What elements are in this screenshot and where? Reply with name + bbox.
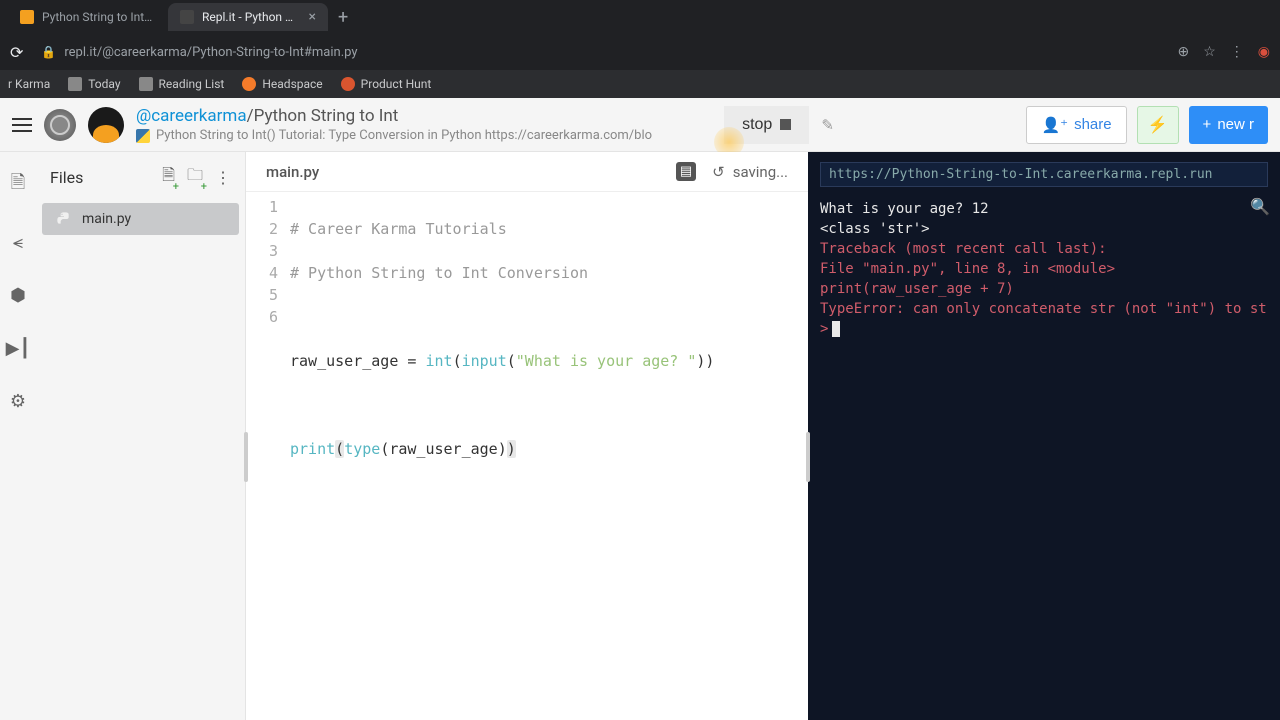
- bookmark-item[interactable]: Today: [68, 77, 120, 91]
- url-field[interactable]: 🔒 repl.it/@careerkarma/Python-String-to-…: [35, 45, 1165, 60]
- tab-title: Repl.it - Python String to Int: [202, 10, 297, 24]
- bookmark-icon: [341, 77, 355, 91]
- editor-pane: main.py ▤ ↺ saving... 1 2 3 4 5 6 # Care…: [246, 152, 808, 720]
- new-folder-icon[interactable]: 🗀+: [187, 164, 203, 191]
- rocket-icon: ⚡: [1148, 117, 1168, 134]
- lock-icon: 🔒: [41, 45, 56, 59]
- layout-icon[interactable]: ▤: [676, 162, 696, 181]
- avatar[interactable]: [88, 107, 124, 143]
- person-plus-icon: 👤⁺: [1041, 116, 1068, 134]
- save-status: ↺ saving...: [712, 163, 788, 181]
- search-icon[interactable]: 🔍: [1250, 197, 1270, 217]
- address-bar: ⟳ 🔒 repl.it/@careerkarma/Python-String-t…: [0, 34, 1280, 70]
- plus-icon: +: [1203, 116, 1212, 133]
- files-panel: Files 🗎+ 🗀+ ⋮ main.py: [36, 152, 246, 720]
- project-owner-link[interactable]: @careerkarma: [136, 106, 247, 126]
- addr-actions: ⊕ ☆ ⋮ ◉: [1177, 44, 1270, 60]
- file-item[interactable]: main.py: [42, 203, 239, 235]
- side-nav: 🗎 ⪪ ⬢ ▶┃ ⚙: [0, 152, 36, 720]
- files-heading: Files: [50, 168, 83, 187]
- gutter: 1 2 3 4 5 6: [246, 196, 290, 504]
- extension-icon[interactable]: ◉: [1258, 44, 1270, 60]
- new-repl-button[interactable]: + new r: [1189, 106, 1268, 144]
- search-icon[interactable]: ⊕: [1177, 44, 1189, 60]
- tab-title: Python String to Int() Tutorial: Ty: [42, 10, 156, 24]
- console-pane: https://Python-String-to-Int.careerkarma…: [808, 152, 1280, 720]
- resize-handle[interactable]: [244, 432, 248, 482]
- history-icon: ↺: [712, 163, 725, 181]
- browser-tab-active[interactable]: Repl.it - Python String to Int ×: [168, 3, 328, 31]
- editor-tabs: main.py ▤ ↺ saving...: [246, 152, 808, 192]
- file-name: main.py: [82, 211, 131, 227]
- bookmark-icon: [242, 77, 256, 91]
- project-meta: @careerkarma/Python String to Int Python…: [136, 106, 652, 143]
- prompt-caret: >: [820, 321, 828, 337]
- app-header: @careerkarma/Python String to Int Python…: [0, 98, 1280, 152]
- resize-handle[interactable]: [806, 432, 810, 482]
- share-button[interactable]: 👤⁺ share: [1026, 106, 1126, 144]
- files-nav-icon[interactable]: 🗎: [11, 170, 25, 200]
- more-icon[interactable]: ⋮: [215, 168, 231, 187]
- folder-icon: [139, 77, 153, 91]
- project-description: Python String to Int() Tutorial: Type Co…: [136, 128, 652, 143]
- stop-button[interactable]: stop: [724, 106, 809, 144]
- project-title: @careerkarma/Python String to Int: [136, 106, 652, 126]
- stop-icon: [780, 119, 791, 130]
- bookmark-item[interactable]: Reading List: [139, 77, 225, 91]
- python-icon: [136, 129, 150, 143]
- close-icon[interactable]: ×: [309, 9, 316, 25]
- cursor: [832, 321, 840, 337]
- packages-nav-icon[interactable]: ⬢: [10, 285, 26, 306]
- project-name: Python String to Int: [254, 106, 399, 126]
- code-content[interactable]: # Career Karma Tutorials # Python String…: [290, 196, 808, 504]
- folder-icon: [68, 77, 82, 91]
- editor-tab-active[interactable]: main.py: [266, 163, 319, 181]
- console-url[interactable]: https://Python-String-to-Int.careerkarma…: [820, 162, 1268, 187]
- new-tab-button[interactable]: +: [328, 7, 358, 28]
- star-icon[interactable]: ☆: [1203, 44, 1216, 60]
- bookmark-item[interactable]: Product Hunt: [341, 77, 432, 91]
- favicon-icon: [180, 10, 194, 24]
- bookmark-item[interactable]: r Karma: [8, 77, 50, 91]
- favicon-icon: [20, 10, 34, 24]
- boost-button[interactable]: ⚡: [1137, 106, 1179, 144]
- url-text: repl.it/@careerkarma/Python-String-to-In…: [64, 45, 357, 60]
- main-area: 🗎 ⪪ ⬢ ▶┃ ⚙ Files 🗎+ 🗀+ ⋮ main.py main.py…: [0, 152, 1280, 720]
- files-header: Files 🗎+ 🗀+ ⋮: [36, 152, 245, 199]
- browser-chrome: Python String to Int() Tutorial: Ty Repl…: [0, 0, 1280, 98]
- pencil-icon[interactable]: ✎: [821, 116, 834, 134]
- console-output[interactable]: 🔍 What is your age? 12 <class 'str'> Tra…: [808, 193, 1280, 345]
- new-file-icon[interactable]: 🗎+: [162, 164, 175, 191]
- debug-nav-icon[interactable]: ▶┃: [6, 338, 31, 359]
- bookmarks-bar: r Karma Today Reading List Headspace Pro…: [0, 70, 1280, 98]
- menu-icon[interactable]: ⋮: [1230, 44, 1244, 60]
- hamburger-menu-icon[interactable]: [12, 118, 32, 132]
- browser-tab-bar: Python String to Int() Tutorial: Ty Repl…: [0, 0, 1280, 34]
- browser-tab[interactable]: Python String to Int() Tutorial: Ty: [8, 3, 168, 31]
- code-editor[interactable]: 1 2 3 4 5 6 # Career Karma Tutorials # P…: [246, 192, 808, 504]
- version-nav-icon[interactable]: ⪪: [13, 232, 23, 253]
- python-file-icon: [56, 211, 72, 227]
- settings-nav-icon[interactable]: ⚙: [10, 391, 26, 412]
- bookmark-item[interactable]: Headspace: [242, 77, 322, 91]
- reload-icon[interactable]: ⟳: [10, 43, 23, 62]
- replit-logo[interactable]: [44, 109, 76, 141]
